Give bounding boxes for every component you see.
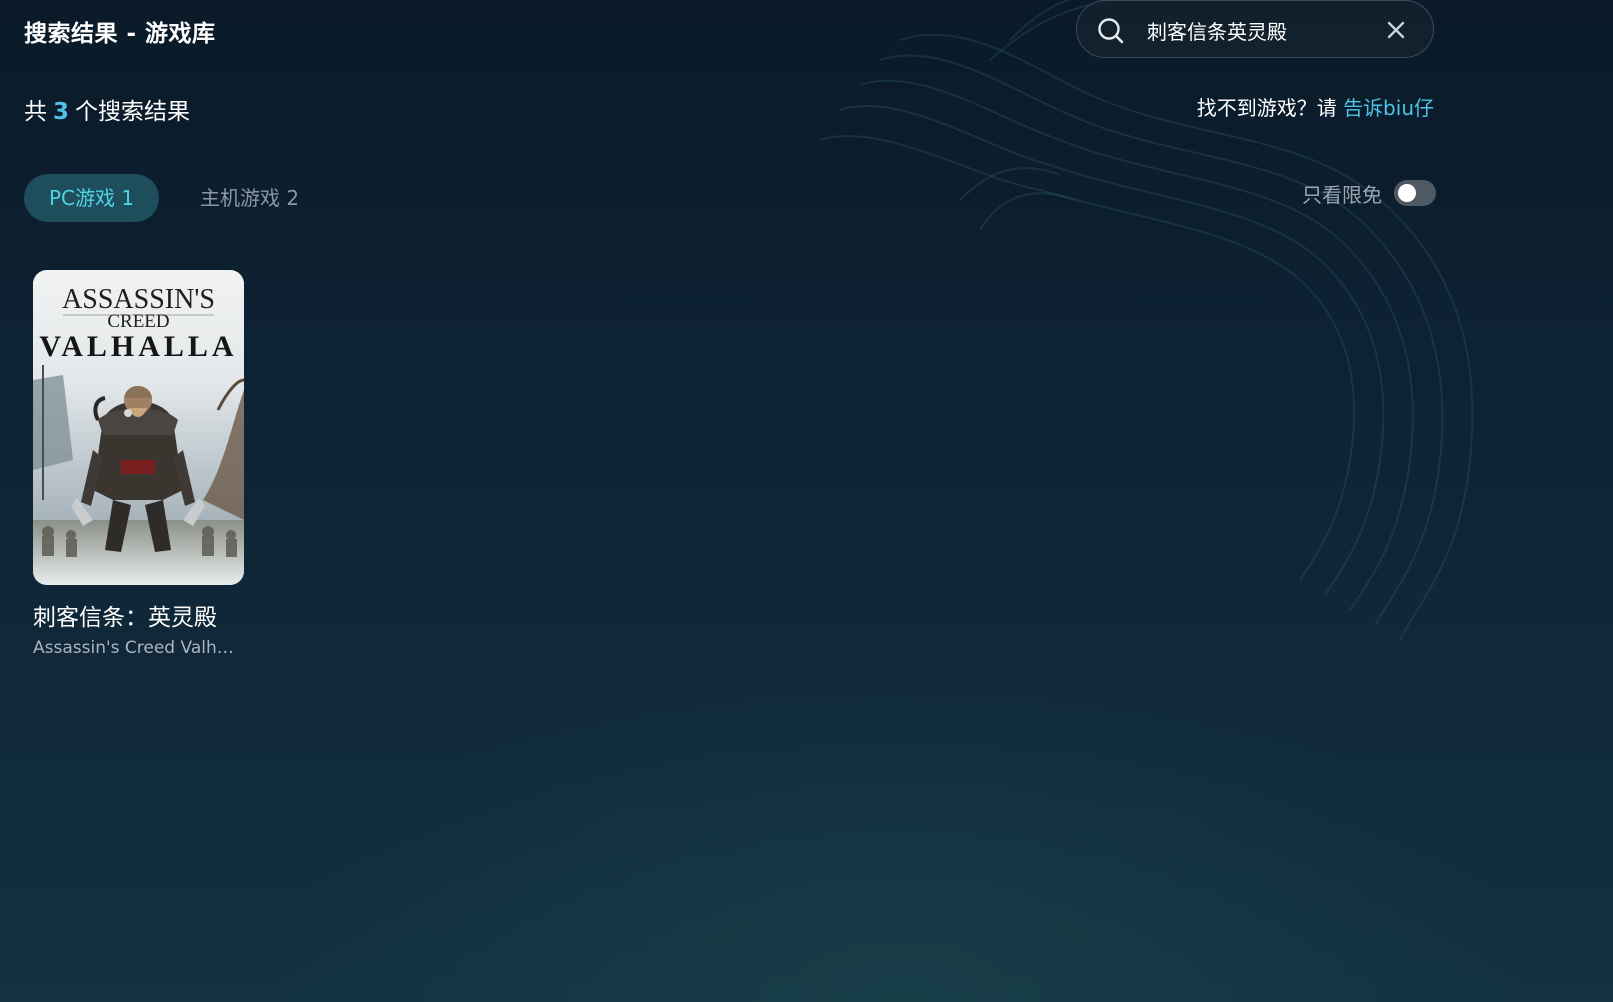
game-cover-image[interactable]: ASSASSIN'S CREED VALHALLA xyxy=(33,270,244,585)
tab-pc-games[interactable]: PC游戏 1 xyxy=(24,174,159,222)
result-count-number: 3 xyxy=(53,99,70,125)
result-count-prefix: 共 xyxy=(24,99,47,125)
free-only-label: 只看限免 xyxy=(1302,183,1382,207)
search-icon[interactable] xyxy=(1097,17,1125,45)
result-count-suffix: 个搜索结果 xyxy=(75,99,191,125)
game-card[interactable]: ASSASSIN'S CREED VALHALLA 刺客信条：英灵殿 Assas… xyxy=(33,270,244,658)
game-title-en: Assassin's Creed Valhalla xyxy=(33,638,244,658)
cover-title-line3: VALHALLA xyxy=(39,330,237,363)
free-only-toggle[interactable] xyxy=(1394,180,1436,206)
result-count: 共 3 个搜索结果 xyxy=(24,92,190,126)
close-icon[interactable] xyxy=(1385,19,1407,41)
report-missing-game: 找不到游戏？请 告诉biu仔 xyxy=(1197,92,1434,121)
page-title: 搜索结果 - 游戏库 xyxy=(24,21,216,47)
toggle-knob xyxy=(1398,184,1416,202)
game-title-cn[interactable]: 刺客信条：英灵殿 xyxy=(33,598,244,632)
report-question: 找不到游戏？请 xyxy=(1196,96,1337,120)
report-link[interactable]: 告诉biu仔 xyxy=(1343,96,1434,120)
cover-title-line2: CREED xyxy=(107,311,169,332)
tab-console-games[interactable]: 主机游戏 2 xyxy=(188,174,311,222)
search-input[interactable] xyxy=(1147,15,1377,45)
search-box[interactable] xyxy=(1076,0,1434,58)
